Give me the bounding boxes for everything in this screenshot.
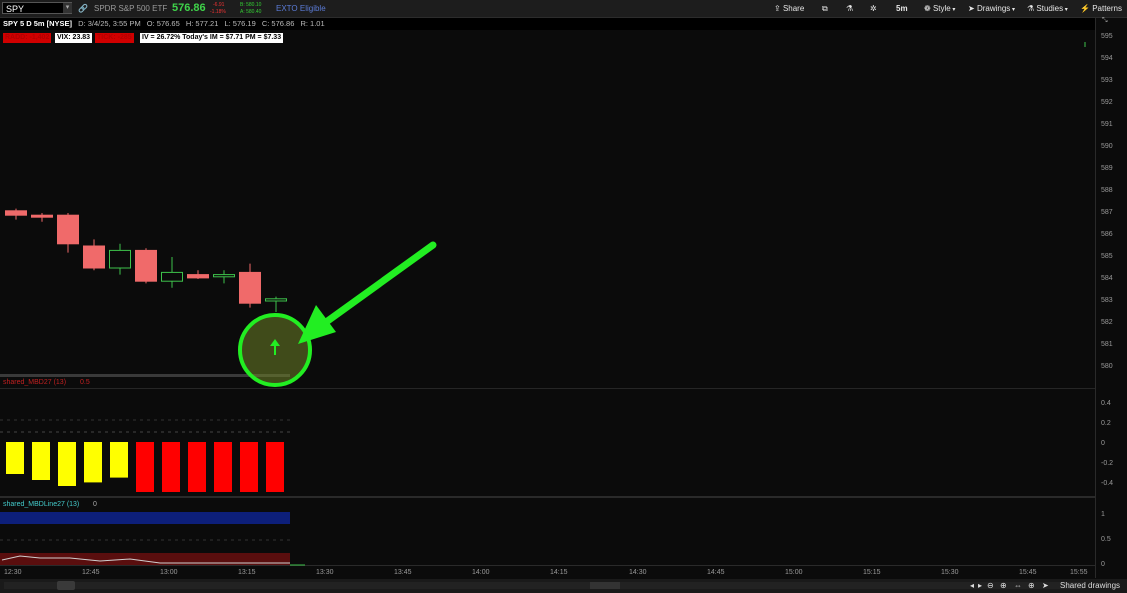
price-tick-label: 584: [1101, 275, 1113, 282]
price-axis-border: [1095, 18, 1096, 578]
price-tick-label: 581: [1101, 341, 1113, 348]
time-tick-label: 14:15: [550, 569, 568, 576]
pointer-icon[interactable]: ➤: [1042, 580, 1049, 592]
candle-body: [135, 249, 157, 282]
mbd-bar: [188, 442, 206, 492]
candle-body: [239, 271, 261, 304]
mbd-tick-label: 0.2: [1101, 420, 1111, 427]
scroll-thumb[interactable]: [590, 582, 620, 589]
mbd-tick-label: 0: [1101, 440, 1105, 447]
candle-body: [31, 214, 53, 218]
candle-body: [213, 274, 235, 278]
mbd-bar: [266, 442, 284, 492]
shared-drawings-label[interactable]: Shared drawings: [1060, 580, 1120, 592]
candle-body: [83, 245, 105, 269]
time-tick-label: 12:45: [82, 569, 100, 576]
price-tick-label: 587: [1101, 209, 1113, 216]
time-tick-label: 15:30: [941, 569, 959, 576]
price-tick-label: 588: [1101, 187, 1113, 194]
scroll-handle[interactable]: [57, 581, 75, 590]
price-tick-label: 592: [1101, 99, 1113, 106]
mbd-tick-label: -0.4: [1101, 480, 1114, 487]
time-tick-label: 13:30: [316, 569, 334, 576]
scroll-right-icon[interactable]: ▸: [978, 580, 982, 592]
time-scrollbar[interactable]: [4, 582, 1084, 589]
mbdline-tick-label: 1: [1101, 511, 1105, 518]
mbd-study-label[interactable]: shared_MBD27 (13): [3, 378, 66, 388]
time-tick-label: 15:15: [863, 569, 881, 576]
price-tick-label: 586: [1101, 231, 1113, 238]
time-tick-label: 14:30: [629, 569, 647, 576]
price-tick-label: 585: [1101, 253, 1113, 260]
time-tick-label: 14:45: [707, 569, 725, 576]
time-tick-label: 15:45: [1019, 569, 1037, 576]
pointer-arrow-shaft: [318, 241, 437, 329]
scroll-left-icon[interactable]: ◂: [970, 580, 974, 592]
candle-body: [265, 298, 287, 302]
pane-separator: [0, 496, 1095, 498]
mbdline-tick-label: 0: [1101, 561, 1105, 568]
price-tick-label: 593: [1101, 77, 1113, 84]
pane-separator: [0, 374, 290, 377]
mbdline-tick-label: 0.5: [1101, 536, 1111, 543]
candle-body: [57, 214, 79, 245]
pointer-arrow-head: [298, 305, 336, 344]
mbd-bar: [136, 442, 154, 492]
price-tick-label: 590: [1101, 143, 1113, 150]
mbd-tick-label: 0.4: [1101, 400, 1111, 407]
price-tick-label: 594: [1101, 55, 1113, 62]
mbdline-study-label[interactable]: shared_MBDLine27 (13): [3, 500, 79, 510]
zoom-out-icon[interactable]: ⊖: [987, 580, 994, 592]
time-tick-label: 15:55: [1070, 569, 1088, 576]
candle-body: [161, 271, 183, 282]
price-tick-label: 582: [1101, 319, 1113, 326]
mbd-bar: [162, 442, 180, 492]
time-tick-label: 15:00: [785, 569, 803, 576]
price-tick-label: 589: [1101, 165, 1113, 172]
price-tick-label: 580: [1101, 363, 1113, 370]
price-chart[interactable]: [0, 0, 1127, 593]
mbd-study-value: 0.5: [80, 379, 90, 386]
time-tick-label: 13:15: [238, 569, 256, 576]
mbd-bar: [110, 442, 128, 478]
mbd-bar: [84, 442, 102, 483]
candle-body: [5, 210, 27, 216]
candle-body: [187, 274, 209, 279]
price-tick-label: 591: [1101, 121, 1113, 128]
mbd-bar: [32, 442, 50, 480]
mbdline-study-value: 0: [93, 501, 97, 508]
mbd-tick-label: -0.2: [1101, 460, 1114, 467]
mbd-bar: [214, 442, 232, 492]
time-tick-label: 12:30: [4, 569, 22, 576]
time-axis-border: [0, 565, 1095, 566]
time-tick-label: 13:00: [160, 569, 178, 576]
mbd-bar: [6, 442, 24, 474]
pan-icon[interactable]: ⇔: [1014, 580, 1022, 592]
time-tick-label: 13:45: [394, 569, 412, 576]
pane-divider: [0, 388, 1095, 389]
mbdline-band: [0, 512, 290, 524]
price-tick-label: 583: [1101, 297, 1113, 304]
candle-body: [109, 249, 131, 269]
crosshair-icon[interactable]: ⊕: [1028, 580, 1035, 592]
mbd-bar: [240, 442, 258, 492]
price-tick-label: 595: [1101, 33, 1113, 40]
zoom-in-icon[interactable]: ⊕: [1000, 580, 1007, 592]
mbd-bar: [58, 442, 76, 486]
time-tick-label: 14:00: [472, 569, 490, 576]
